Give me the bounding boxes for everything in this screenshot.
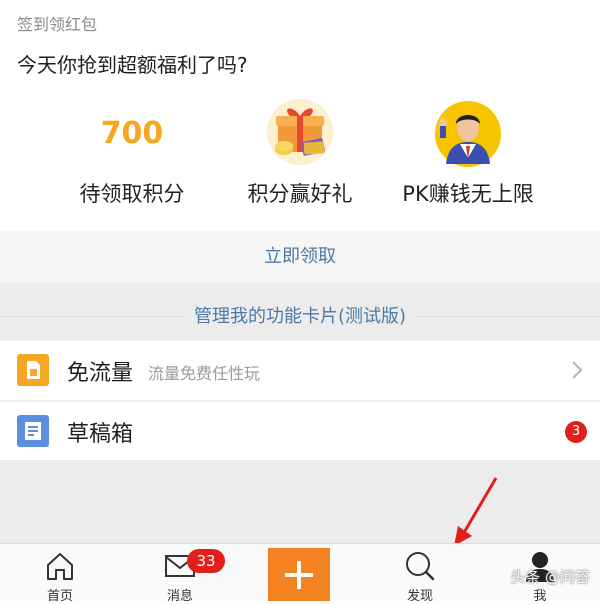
host-avatar	[435, 101, 501, 167]
nav-messages[interactable]: 33 消息	[140, 544, 225, 604]
nav-discover-label: 发现	[406, 589, 433, 604]
nav-messages-label: 消息	[166, 589, 193, 604]
section-label: 签到领红包	[17, 15, 98, 34]
publish-button[interactable]	[268, 548, 330, 601]
nav-home-label: 首页	[46, 589, 73, 604]
home-icon	[47, 553, 73, 580]
nav-me-label: 我	[533, 589, 547, 604]
card-free-data[interactable]: 免流量 流量免费任性玩	[0, 341, 600, 399]
annotation-arrow-icon	[454, 477, 498, 546]
reward-pk[interactable]: PK赚钱无上限	[368, 100, 568, 220]
messages-badge: 33	[187, 549, 225, 573]
nav-home[interactable]: 首页	[20, 544, 100, 604]
search-icon	[406, 552, 435, 581]
manage-cards-label: 管理我的功能卡片(测试版)	[183, 306, 417, 327]
claim-button[interactable]: 立即领取	[0, 231, 600, 283]
watermark: 头条 @问答	[510, 568, 590, 586]
reward-pk-caption: PK赚钱无上限	[402, 182, 534, 206]
chevron-right-icon	[572, 361, 583, 379]
card-name: 草稿箱	[67, 422, 134, 447]
nav-discover[interactable]: 发现	[380, 544, 460, 604]
sim-card-icon	[17, 354, 49, 386]
gift-box-icon	[267, 99, 333, 165]
card-desc: 流量免费任性玩	[148, 364, 261, 383]
card-drafts[interactable]: 草稿箱 3	[0, 402, 600, 460]
divider	[0, 399, 600, 400]
card-name: 免流量	[67, 361, 134, 386]
manage-cards-link[interactable]: 管理我的功能卡片(测试版)	[0, 298, 600, 336]
promo-title: 今天你抢到超额福利了吗?	[17, 53, 248, 77]
plus-icon	[285, 561, 313, 589]
draft-count-badge: 3	[565, 421, 587, 443]
draft-icon	[17, 415, 49, 447]
